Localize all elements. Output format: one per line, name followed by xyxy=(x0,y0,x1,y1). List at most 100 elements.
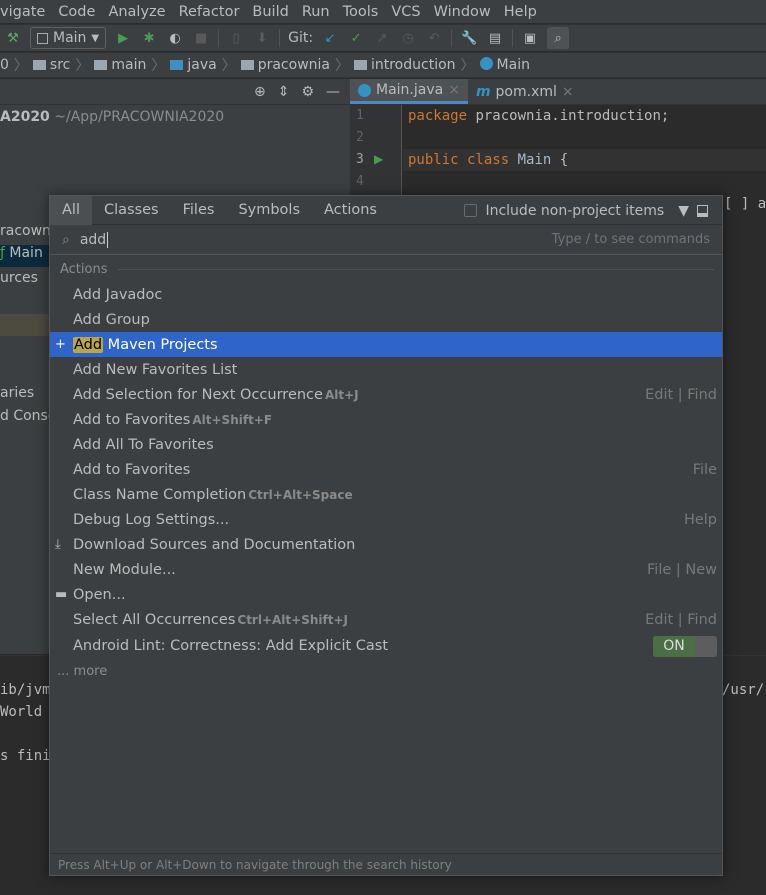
search-field[interactable]: ⌕ add Type / to see commands xyxy=(50,225,722,255)
history-clock-icon[interactable]: ◷ xyxy=(399,29,417,47)
menu-item[interactable]: Help xyxy=(504,4,537,20)
result-item[interactable]: Class Name Completion Ctrl+Alt+Space xyxy=(50,482,722,507)
stop-icon[interactable]: ■ xyxy=(192,29,210,47)
lint-toggle[interactable]: ON xyxy=(653,635,717,657)
menu-item[interactable]: VCS xyxy=(391,4,420,20)
tab-all[interactable]: All xyxy=(50,195,92,225)
menu-item[interactable]: Build xyxy=(252,4,288,20)
debug-bug-icon[interactable]: ✱ xyxy=(140,29,158,47)
build-artifacts-icon[interactable]: ⬇ xyxy=(253,29,271,47)
rollback-icon[interactable]: ↶ xyxy=(425,29,443,47)
tab-classes[interactable]: Classes xyxy=(92,196,171,225)
folder-icon xyxy=(170,60,184,70)
result-item[interactable]: Add Group xyxy=(50,307,722,332)
minimize-icon[interactable]: — xyxy=(326,84,340,100)
breadcrumb-label: java xyxy=(187,57,217,73)
run-gutter-icon[interactable]: ▶ xyxy=(374,152,383,166)
run-config-select[interactable]: Main ▼ xyxy=(30,27,107,49)
close-icon[interactable]: × xyxy=(562,84,574,100)
menu-item[interactable]: Window xyxy=(434,4,491,20)
breadcrumb-item[interactable]: main xyxy=(94,57,146,73)
result-item[interactable]: ⤓ Download Sources and Documentation xyxy=(50,532,722,557)
breadcrumb-item[interactable]: java xyxy=(170,57,217,73)
result-item[interactable]: Select All Occurrences Ctrl+Alt+Shift+J Ed… xyxy=(50,607,722,632)
result-item[interactable]: ▬ Open... xyxy=(50,582,722,607)
breadcrumb-item[interactable]: pracownia xyxy=(240,57,330,73)
menu-item[interactable]: Analyze xyxy=(108,4,165,20)
result-label: New Module... xyxy=(73,561,176,578)
pin-window-icon[interactable] xyxy=(697,204,708,217)
terminal-window-icon[interactable]: ▣ xyxy=(521,29,539,47)
run-icon[interactable]: ▶ xyxy=(114,29,132,47)
tree-highlight-row xyxy=(0,314,50,336)
breadcrumb-item[interactable]: introduction xyxy=(353,57,456,73)
tab-files[interactable]: Files xyxy=(171,196,227,225)
java-class-icon xyxy=(358,83,371,97)
filter-funnel-icon[interactable]: ▼ xyxy=(678,203,689,219)
folder-open-icon: ▬ xyxy=(55,587,68,602)
menu-item[interactable]: Code xyxy=(58,4,95,20)
menu-item[interactable]: Tools xyxy=(343,4,379,20)
include-non-project-checkbox[interactable] xyxy=(464,204,478,217)
console-line: World xyxy=(0,704,43,720)
tab-actions[interactable]: Actions xyxy=(312,196,389,225)
result-item[interactable]: Add Selection for Next Occurrence Alt+J Ed… xyxy=(50,382,722,407)
include-non-project-label[interactable]: Include non-project items xyxy=(485,203,664,219)
match-highlight: Add xyxy=(73,336,104,353)
breadcrumb-label: Main xyxy=(496,57,530,73)
section-title: Actions xyxy=(60,261,108,277)
tab-main-java[interactable]: Main.java × xyxy=(350,79,468,104)
result-item[interactable]: Add to Favorites Alt+Shift+F xyxy=(50,407,722,432)
tree-item-selected[interactable]: ƒ Main xyxy=(0,245,50,267)
code-editor[interactable]: package pracownia.introduction; public c… xyxy=(408,105,669,171)
result-item-lint[interactable]: Android Lint: Correctness: Add Explicit … xyxy=(50,632,722,660)
breadcrumb-item[interactable]: Main xyxy=(479,57,530,73)
build-hammer-icon[interactable]: ⚒ xyxy=(4,29,22,47)
tree-item[interactable]: aries xyxy=(0,385,34,401)
search-everywhere-icon[interactable]: ⌕ xyxy=(547,27,570,49)
tree-item[interactable]: racowni xyxy=(0,223,55,239)
result-label: Add to Favorites xyxy=(73,411,191,428)
close-icon[interactable]: × xyxy=(448,82,460,98)
result-label: Maven Projects xyxy=(103,336,218,353)
tab-symbols[interactable]: Symbols xyxy=(226,196,312,225)
result-item[interactable]: Add Javadoc xyxy=(50,282,722,307)
result-shortcut: Alt+J xyxy=(324,387,359,402)
coverage-icon[interactable]: ◐ xyxy=(166,29,184,47)
result-item[interactable]: Add New Favorites List xyxy=(50,357,722,382)
result-label: Add to Favorites xyxy=(73,461,191,478)
collapse-all-icon[interactable]: ⇕ xyxy=(278,84,290,100)
git-push-icon[interactable]: ↗ xyxy=(373,29,391,47)
result-item[interactable]: + Add Maven Projects xyxy=(50,332,722,357)
result-item[interactable]: New Module... File | New xyxy=(50,557,722,582)
result-item[interactable]: Debug Log Settings... Help xyxy=(50,507,722,532)
menu-bar: vigate Code Analyze Refactor Build Run Tools VC… xyxy=(0,0,766,23)
tree-item-label: Main xyxy=(9,245,43,261)
folder-icon xyxy=(240,60,254,70)
breadcrumb-item[interactable]: 0 xyxy=(0,57,9,73)
attach-icon[interactable]: ▯ xyxy=(227,29,245,47)
tree-item[interactable]: urces xyxy=(0,270,38,286)
breadcrumb-item[interactable]: src xyxy=(32,57,70,73)
more-link[interactable]: ... more xyxy=(50,660,722,682)
project-structure-icon[interactable]: ▤ xyxy=(486,29,504,47)
search-input[interactable]: add xyxy=(80,231,109,248)
menu-item[interactable]: vigate xyxy=(0,4,45,20)
result-item[interactable]: Add to Favorites File xyxy=(50,457,722,482)
menu-item[interactable]: Run xyxy=(302,4,330,20)
menu-item[interactable]: Refactor xyxy=(179,4,240,20)
git-update-icon[interactable]: ↙ xyxy=(321,29,339,47)
result-item[interactable]: Add All To Favorites xyxy=(50,432,722,457)
result-label: Add All To Favorites xyxy=(73,436,214,453)
chevron-right-icon: 〉 xyxy=(460,58,475,74)
code-text: [ ] a xyxy=(724,196,766,212)
settings-wrench-icon[interactable]: 🔧 xyxy=(460,29,478,47)
tree-item[interactable]: d Conso xyxy=(0,408,56,424)
gear-icon[interactable]: ⚙ xyxy=(301,84,314,100)
locate-crosshair-icon[interactable]: ⊕ xyxy=(254,84,266,100)
project-panel-header: ⊕ ⇕ ⚙ — xyxy=(0,79,350,105)
tab-pom-xml[interactable]: m pom.xml × xyxy=(468,79,582,104)
git-commit-check-icon[interactable]: ✓ xyxy=(347,29,365,47)
project-root[interactable]: A2020 ~/App/PRACOWNIA2020 xyxy=(0,109,224,125)
result-group: File | New xyxy=(647,561,717,578)
